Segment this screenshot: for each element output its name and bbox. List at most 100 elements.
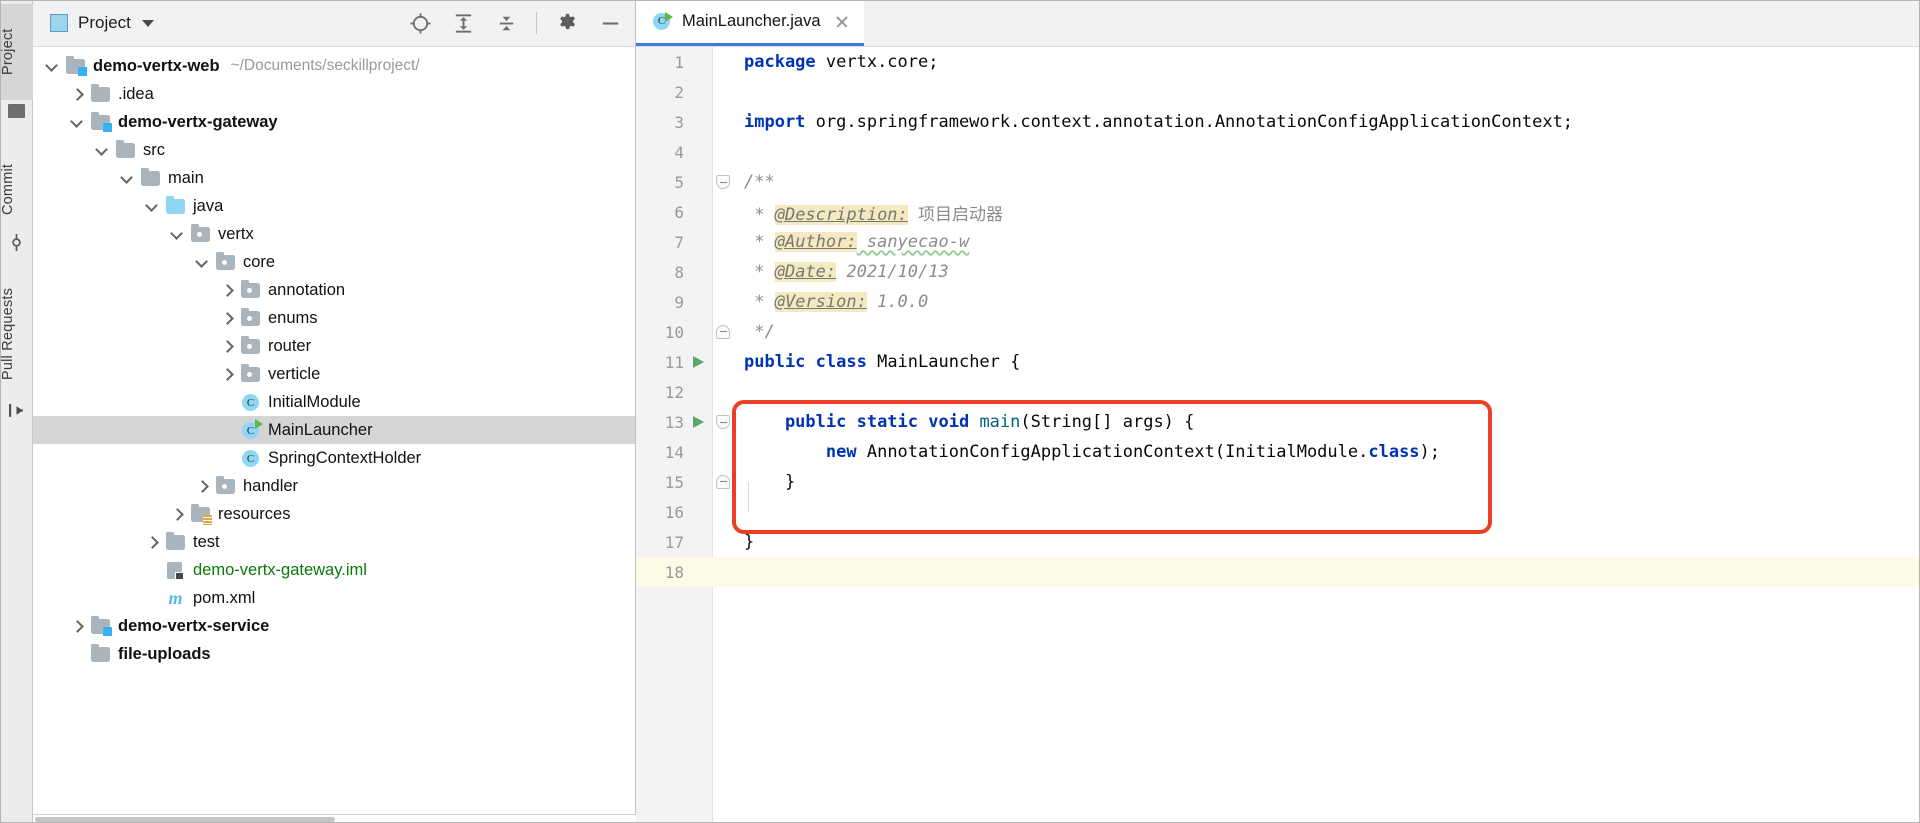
code-text[interactable]: public class MainLauncher { (735, 352, 1920, 372)
code-line[interactable]: 18 (636, 557, 1920, 587)
code-text[interactable]: * @Version: 1.0.0 (735, 292, 1920, 312)
project-tree[interactable]: demo-vertx-web~/Documents/seckillproject… (33, 47, 635, 823)
sidebar-item-pull-requests[interactable]: Pull Requests (0, 270, 33, 398)
gutter-marker[interactable] (689, 407, 713, 437)
minimize-icon[interactable] (598, 11, 623, 36)
code-line[interactable]: 16 (636, 497, 1920, 527)
fold-gutter[interactable] (713, 167, 735, 197)
chevron-down-icon[interactable] (95, 143, 110, 158)
chevron-right-icon[interactable] (145, 535, 160, 550)
chevron-right-icon[interactable] (70, 619, 85, 634)
tree-item-test[interactable]: test (33, 528, 635, 556)
gear-icon[interactable] (555, 11, 580, 36)
chevron-right-icon[interactable] (70, 87, 85, 102)
code-text[interactable]: new AnnotationConfigApplicationContext(I… (735, 442, 1920, 462)
code-line[interactable]: 2 (636, 77, 1920, 107)
code-editor[interactable]: 1package vertx.core;23import org.springf… (636, 47, 1920, 823)
project-horizontal-scrollbar[interactable] (33, 814, 636, 823)
code-text[interactable]: * @Author: sanyecao-w (735, 232, 1920, 252)
chevron-right-icon[interactable] (220, 367, 235, 382)
chevron-down-icon[interactable] (170, 227, 185, 242)
package-icon (241, 281, 261, 299)
fold-end-icon[interactable] (716, 325, 730, 339)
tree-item-demo-vertx-web[interactable]: demo-vertx-web~/Documents/seckillproject… (33, 52, 635, 80)
code-line[interactable]: 3import org.springframework.context.anno… (636, 107, 1920, 137)
tree-item-initialmodule[interactable]: CInitialModule (33, 388, 635, 416)
gutter-marker (689, 167, 713, 197)
chevron-right-icon[interactable] (170, 507, 185, 522)
chevron-down-icon[interactable] (195, 255, 210, 270)
tree-item-core[interactable]: core (33, 248, 635, 276)
chevron-right-icon[interactable] (220, 283, 235, 298)
tree-item-router[interactable]: router (33, 332, 635, 360)
code-text[interactable]: } (735, 532, 1920, 552)
code-line[interactable]: 1package vertx.core; (636, 47, 1920, 77)
gutter-marker[interactable] (689, 347, 713, 377)
tree-item-demo-vertx-service[interactable]: demo-vertx-service (33, 612, 635, 640)
tree-item-vertx[interactable]: vertx (33, 220, 635, 248)
tree-item-mainlauncher[interactable]: CMainLauncher (33, 416, 635, 444)
tree-item-file-uploads[interactable]: file-uploads (33, 640, 635, 668)
code-line[interactable]: 10 */ (636, 317, 1920, 347)
fold-collapse-icon[interactable] (716, 175, 730, 189)
tree-item-resources[interactable]: resources (33, 500, 635, 528)
code-text[interactable]: */ (735, 322, 1920, 342)
tree-item-demo-vertx-gateway-iml[interactable]: demo-vertx-gateway.iml (33, 556, 635, 584)
chevron-down-icon[interactable] (70, 115, 85, 130)
tree-item-idea[interactable]: .idea (33, 80, 635, 108)
code-line[interactable]: 8 * @Date: 2021/10/13 (636, 257, 1920, 287)
code-text[interactable]: * @Date: 2021/10/13 (735, 262, 1920, 282)
collapse-all-icon[interactable] (494, 11, 519, 36)
tree-item-pom-xml[interactable]: mpom.xml (33, 584, 635, 612)
code-text[interactable]: * @Description: 项目启动器 (735, 200, 1920, 225)
expand-all-icon[interactable] (451, 11, 476, 36)
fold-gutter[interactable] (713, 467, 735, 497)
tree-item-verticle[interactable]: verticle (33, 360, 635, 388)
code-line[interactable]: 6 * @Description: 项目启动器 (636, 197, 1920, 227)
code-line[interactable]: 7 * @Author: sanyecao-w (636, 227, 1920, 257)
code-text[interactable]: public static void main(String[] args) { (735, 412, 1920, 432)
scrollbar-thumb[interactable] (35, 817, 335, 822)
tree-item-enums[interactable]: enums (33, 304, 635, 332)
tree-item-demo-vertx-gateway[interactable]: demo-vertx-gateway (33, 108, 635, 136)
run-gutter-icon[interactable] (693, 416, 704, 428)
chevron-right-icon[interactable] (220, 311, 235, 326)
chevron-down-icon[interactable] (145, 199, 160, 214)
code-line[interactable]: 5/** (636, 167, 1920, 197)
fold-gutter[interactable] (713, 317, 735, 347)
code-line[interactable]: 17} (636, 527, 1920, 557)
code-line[interactable]: 11public class MainLauncher { (636, 347, 1920, 377)
code-line[interactable]: 12 (636, 377, 1920, 407)
code-line[interactable]: 4 (636, 137, 1920, 167)
tree-item-annotation[interactable]: annotation (33, 276, 635, 304)
tree-item-handler[interactable]: handler (33, 472, 635, 500)
tree-item-src[interactable]: src (33, 136, 635, 164)
fold-gutter[interactable] (713, 407, 735, 437)
code-text[interactable]: import org.springframework.context.annot… (735, 112, 1920, 132)
code-line[interactable]: 13 public static void main(String[] args… (636, 407, 1920, 437)
code-text[interactable]: package vertx.core; (735, 52, 1920, 72)
chevron-down-icon[interactable] (142, 20, 154, 27)
tree-item-java[interactable]: java (33, 192, 635, 220)
tree-item-main[interactable]: main (33, 164, 635, 192)
chevron-right-icon[interactable] (195, 479, 210, 494)
close-icon[interactable] (834, 14, 850, 30)
code-line[interactable]: 9 * @Version: 1.0.0 (636, 287, 1920, 317)
code-line[interactable]: 14 new AnnotationConfigApplicationContex… (636, 437, 1920, 467)
chevron-down-icon[interactable] (45, 59, 60, 74)
code-text[interactable]: } (735, 472, 1920, 492)
gutter-marker (689, 557, 713, 587)
fold-end-icon[interactable] (716, 475, 730, 489)
run-gutter-icon[interactable] (693, 356, 704, 368)
code-line[interactable]: 15 } (636, 467, 1920, 497)
code-text[interactable]: /** (735, 172, 1920, 192)
sidebar-item-commit[interactable]: Commit (0, 148, 33, 230)
chevron-right-icon[interactable] (220, 339, 235, 354)
sidebar-item-project[interactable]: Project (0, 4, 33, 100)
tree-item-springcontextholder[interactable]: CSpringContextHolder (33, 444, 635, 472)
locate-icon[interactable] (408, 11, 433, 36)
tab-mainlauncher-java[interactable]: C MainLauncher.java (636, 0, 864, 46)
chevron-down-icon[interactable] (120, 171, 135, 186)
fold-collapse-icon[interactable] (716, 415, 730, 429)
line-number: 4 (636, 143, 689, 162)
